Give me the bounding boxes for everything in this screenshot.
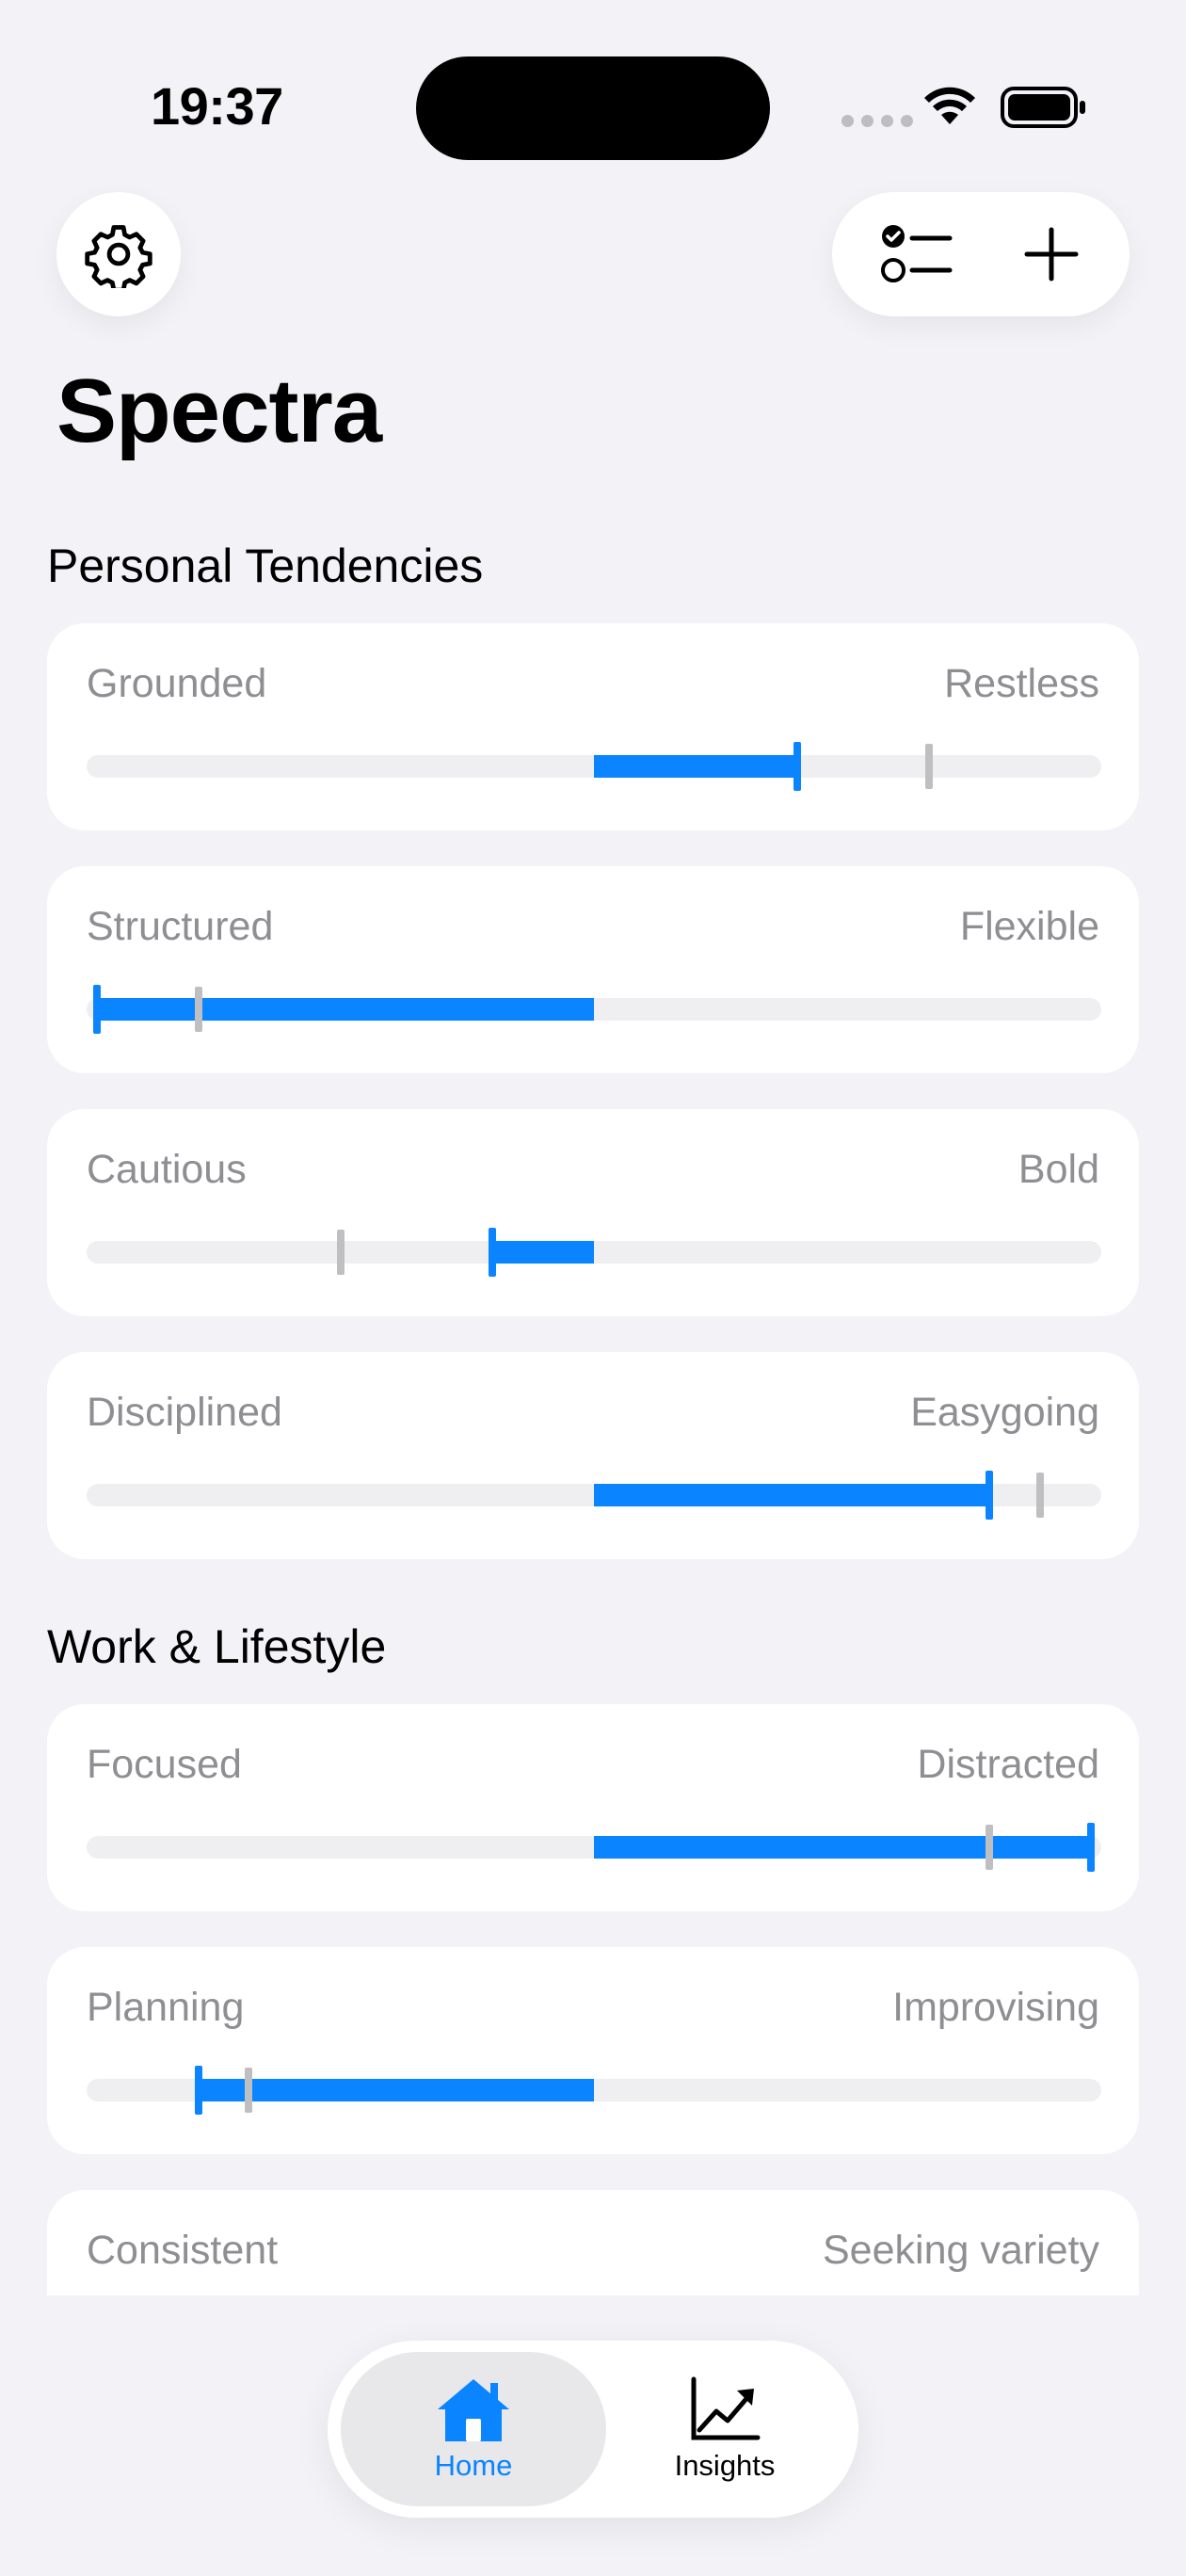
chart-line-icon <box>691 2376 761 2440</box>
header-actions <box>832 192 1130 316</box>
trait-value-handle[interactable] <box>1087 1823 1096 1872</box>
home-icon <box>438 2379 509 2441</box>
trait-slider-track[interactable] <box>87 1228 1101 1277</box>
trait-value-handle[interactable] <box>986 1471 994 1520</box>
plus-icon[interactable] <box>1021 224 1082 284</box>
reference-marker <box>245 2068 253 2113</box>
reference-marker <box>924 744 933 789</box>
trait-right-label: Improvising <box>892 1985 1099 2030</box>
trait-left-label: Planning <box>87 1985 245 2030</box>
trait-left-label: Cautious <box>87 1147 247 1192</box>
trait-right-label: Distracted <box>917 1742 1099 1787</box>
status-time: 19:37 <box>151 76 283 136</box>
reference-marker <box>194 987 202 1032</box>
wifi-icon <box>924 87 975 124</box>
trait-slider-track[interactable] <box>87 742 1101 791</box>
trait-right-label: Restless <box>944 661 1099 706</box>
trait-card[interactable]: Focused Distracted <box>47 1704 1139 1911</box>
trait-right-label: Bold <box>1018 1147 1099 1192</box>
tab-insights-label: Insights <box>674 2449 776 2482</box>
trait-card[interactable]: Grounded Restless <box>47 623 1139 830</box>
trait-right-label: Easygoing <box>910 1390 1099 1435</box>
trait-left-label: Structured <box>87 904 274 949</box>
section-title-work: Work & Lifestyle <box>47 1620 387 1673</box>
tab-home[interactable]: Home <box>341 2352 606 2506</box>
cellular-signal-icon <box>841 115 913 127</box>
tab-bar: Home Insights <box>328 2341 858 2518</box>
trait-slider-track[interactable] <box>87 985 1101 1034</box>
trait-value-handle[interactable] <box>92 985 101 1034</box>
tab-insights[interactable]: Insights <box>602 2352 847 2506</box>
reference-marker <box>336 1230 345 1275</box>
page-title: Spectra <box>56 361 382 461</box>
trait-fill <box>492 1241 594 1264</box>
trait-value-handle[interactable] <box>793 742 801 791</box>
trait-right-label: Flexible <box>959 904 1099 949</box>
trait-card[interactable]: Planning Improvising <box>47 1947 1139 2154</box>
trait-value-handle[interactable] <box>489 1228 497 1277</box>
trait-slider-track[interactable] <box>87 2066 1101 2115</box>
checklist-icon[interactable] <box>880 220 955 288</box>
trait-left-label: Grounded <box>87 661 267 706</box>
reference-marker <box>1036 1473 1045 1518</box>
trait-left-label: Disciplined <box>87 1390 282 1435</box>
trait-value-handle[interactable] <box>194 2066 202 2115</box>
trait-left-label: Consistent <box>87 2228 279 2273</box>
trait-card[interactable]: Structured Flexible <box>47 866 1139 1073</box>
trait-slider-track[interactable] <box>87 1823 1101 1872</box>
trait-fill <box>594 1836 1092 1859</box>
dynamic-island <box>416 56 770 160</box>
trait-card[interactable]: Disciplined Easygoing <box>47 1352 1139 1559</box>
trait-fill <box>594 1484 990 1506</box>
tab-home-label: Home <box>434 2449 513 2482</box>
trait-slider-track[interactable] <box>87 1471 1101 1520</box>
battery-icon <box>1001 87 1085 128</box>
trait-right-label: Seeking variety <box>823 2228 1099 2273</box>
settings-button[interactable] <box>56 192 181 316</box>
gear-icon <box>85 225 152 288</box>
trait-fill <box>96 998 594 1021</box>
trait-fill <box>594 755 797 778</box>
trait-fill <box>198 2079 594 2101</box>
reference-marker <box>986 1825 994 1870</box>
trait-left-label: Focused <box>87 1742 242 1787</box>
trait-card[interactable]: Cautious Bold <box>47 1109 1139 1316</box>
section-title-personal: Personal Tendencies <box>47 539 484 592</box>
